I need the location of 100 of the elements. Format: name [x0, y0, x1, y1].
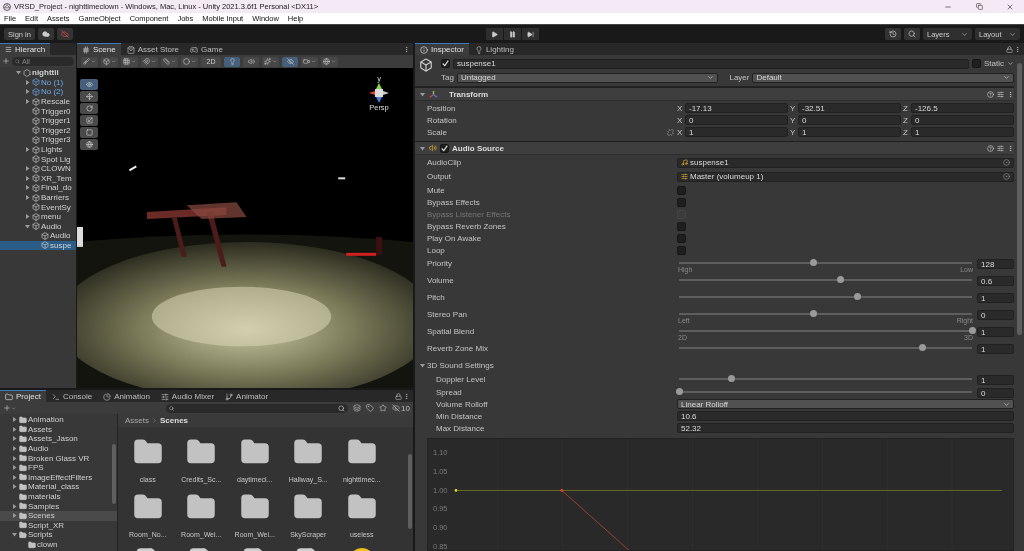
expand-arrow-icon[interactable] [10, 473, 18, 482]
panel-tab[interactable]: Audio Mixer [155, 390, 220, 402]
cloud-button[interactable] [37, 28, 54, 40]
number-field[interactable]: 0 [977, 310, 1014, 320]
hierarchy-item[interactable]: Barriers [0, 192, 76, 203]
slider-thumb[interactable] [675, 388, 683, 395]
number-field[interactable]: 1 [977, 344, 1014, 354]
toolbar-button[interactable] [321, 56, 338, 67]
hierarchy-item[interactable]: Spot Lig [0, 154, 76, 164]
expand-arrow-icon[interactable] [418, 361, 426, 369]
slider-thumb[interactable] [968, 327, 976, 334]
slider-thumb[interactable] [854, 293, 862, 300]
layer-dropdown[interactable]: Default [752, 72, 1014, 83]
expand-arrow-icon[interactable] [23, 97, 31, 106]
number-field[interactable]: 10.6 [677, 411, 1014, 421]
breadcrumb-item[interactable]: Assets [125, 416, 149, 425]
number-field[interactable]: 1 [911, 127, 1014, 137]
panel-tab[interactable]: Scene [77, 43, 121, 55]
hierarchy-item[interactable]: CLOWN [0, 163, 76, 174]
expand-arrow-icon[interactable] [23, 183, 31, 192]
checkbox[interactable] [972, 59, 981, 68]
toolbar-button[interactable] [141, 56, 158, 67]
presets-icon[interactable] [997, 90, 1004, 98]
panel-tab[interactable]: Game [185, 43, 228, 55]
number-field[interactable]: -126.5 [911, 103, 1014, 113]
toolbar-button[interactable] [301, 56, 318, 67]
checkbox[interactable] [677, 245, 686, 255]
filter-icon[interactable] [353, 404, 362, 412]
number-field[interactable]: 52.32 [677, 423, 1014, 433]
hierarchy-item[interactable]: Trigger2 [0, 125, 76, 136]
expand-arrow-icon[interactable] [418, 90, 426, 98]
tool-button[interactable] [80, 103, 98, 114]
folder-item[interactable]: FPS [0, 462, 117, 473]
expand-arrow-icon[interactable] [10, 425, 18, 434]
panel-tab[interactable]: Project [0, 390, 46, 402]
number-field[interactable]: 1 [977, 375, 1014, 385]
expand-arrow-icon[interactable] [10, 530, 18, 539]
toolbar-button[interactable] [81, 56, 98, 67]
checkbox[interactable] [677, 221, 686, 231]
checkbox[interactable] [677, 185, 686, 195]
expand-arrow-icon[interactable] [10, 454, 18, 463]
expand-arrow-icon[interactable] [10, 435, 18, 443]
expand-arrow-icon[interactable] [418, 144, 426, 152]
toolbar-button[interactable] [224, 56, 240, 67]
tool-button[interactable] [80, 115, 98, 126]
search-field[interactable] [166, 403, 349, 413]
scrollbar[interactable] [1017, 63, 1022, 335]
folder-item[interactable]: Scenes [0, 510, 117, 521]
toolbar-button[interactable] [121, 56, 138, 67]
number-field[interactable]: 0 [685, 115, 788, 125]
expand-arrow-icon[interactable] [10, 444, 18, 453]
search-button[interactable] [904, 28, 920, 40]
help-icon[interactable] [987, 144, 994, 152]
toolbar-button[interactable] [282, 56, 298, 67]
panel-tab[interactable]: Lighting [469, 43, 519, 55]
slider-thumb[interactable] [836, 276, 844, 283]
number-field[interactable]: 0 [977, 388, 1014, 398]
number-field[interactable]: 0 [911, 115, 1014, 125]
expand-arrow-icon[interactable] [23, 212, 31, 221]
tool-button[interactable] [80, 127, 98, 138]
add-button[interactable] [3, 404, 16, 412]
expand-arrow-icon[interactable] [10, 511, 18, 520]
lock-icon[interactable] [395, 390, 402, 402]
slider-thumb[interactable] [810, 310, 818, 317]
expand-arrow-icon[interactable] [10, 463, 18, 472]
folder-item[interactable]: ImageEffectFilters [0, 472, 117, 483]
panel-tab[interactable]: Hierarch [0, 43, 51, 55]
component-header[interactable]: Audio Source [415, 141, 1014, 155]
pause-button[interactable] [503, 28, 521, 40]
expand-arrow-icon[interactable] [23, 145, 31, 154]
folder-item[interactable]: Animation [0, 415, 117, 425]
hierarchy-item[interactable]: Audio [0, 231, 76, 241]
panel-tab[interactable]: Animation [98, 390, 155, 402]
number-field[interactable]: -32.51 [798, 103, 901, 113]
star-icon[interactable] [379, 404, 388, 412]
number-field[interactable]: 0.6 [977, 276, 1014, 286]
hierarchy-item[interactable]: EventSy [0, 202, 76, 212]
tool-button[interactable] [80, 79, 98, 90]
expand-arrow-icon[interactable] [23, 88, 31, 96]
scrollbar[interactable] [112, 444, 116, 504]
step-button[interactable] [521, 28, 539, 40]
expand-arrow-icon[interactable] [23, 174, 31, 183]
checkbox[interactable] [677, 233, 686, 243]
history-button[interactable] [885, 28, 901, 40]
number-field[interactable]: 0 [798, 115, 901, 125]
toolbar-button[interactable] [101, 56, 118, 67]
play-button[interactable] [485, 28, 503, 40]
add-button[interactable] [2, 57, 10, 65]
expand-arrow-icon[interactable] [10, 502, 18, 511]
hierarchy-item[interactable]: menu [0, 211, 76, 222]
panel-tab[interactable]: Inspector [415, 43, 469, 55]
breadcrumb-item[interactable]: Scenes [160, 416, 189, 425]
panel-tab[interactable]: Console [46, 390, 98, 402]
dropdown[interactable]: Linear Rolloff [677, 399, 1014, 409]
slider-thumb[interactable] [810, 259, 818, 266]
presets-icon[interactable] [997, 144, 1004, 152]
hierarchy-item[interactable]: XR_Tem [0, 173, 76, 184]
number-field[interactable]: 1 [798, 127, 901, 137]
toolbar-button[interactable] [262, 56, 279, 67]
lock-icon[interactable] [1006, 43, 1013, 55]
